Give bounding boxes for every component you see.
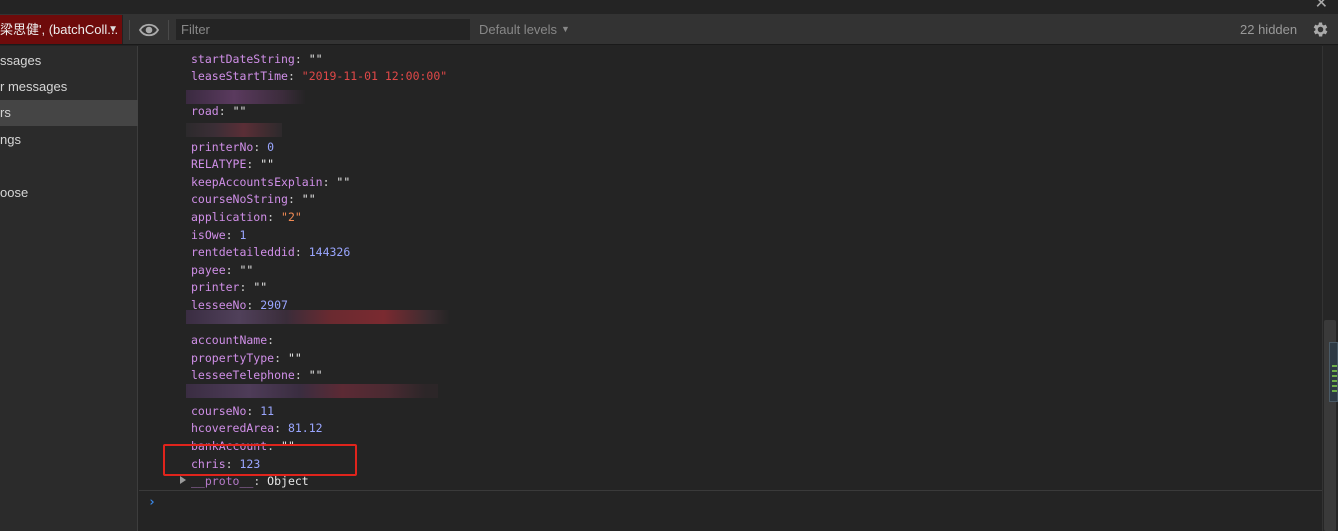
sidebar-item-label: rs xyxy=(0,105,11,120)
hidden-messages-count: 22 hidden xyxy=(1240,22,1298,37)
property-value: 0 xyxy=(267,140,275,154)
minimap-mark xyxy=(1332,390,1337,392)
property-line[interactable]: lesseeTelephone: "" xyxy=(191,368,323,382)
redacted-line xyxy=(186,384,438,398)
sidebar-item-label: r messages xyxy=(0,79,68,94)
log-levels-label: Default levels xyxy=(479,22,558,37)
sidebar-item-warnings[interactable]: ngs xyxy=(0,127,138,153)
property-value: "" xyxy=(287,351,302,365)
minimap-mark xyxy=(1332,385,1337,387)
close-icon[interactable]: ✕ xyxy=(1315,0,1328,12)
toolbar-divider xyxy=(129,20,130,40)
minimap-mark xyxy=(1332,370,1337,372)
log-levels-dropdown[interactable]: Default levels ▼ xyxy=(479,14,570,45)
minimap-mark xyxy=(1332,380,1337,382)
property-key: lesseeTelephone xyxy=(191,368,295,382)
property-line[interactable]: application: "2" xyxy=(191,210,302,224)
sidebar-item-messages[interactable]: ssages xyxy=(0,48,138,74)
property-value: "2019-11-01 12:00:00" xyxy=(301,69,448,83)
execution-context-select[interactable]: 梁思健', (batchColl... ▼ xyxy=(0,15,123,44)
property-value: "" xyxy=(239,263,254,277)
minimap-mark xyxy=(1332,375,1337,377)
chevron-down-icon: ▼ xyxy=(561,24,570,34)
property-line[interactable]: courseNo: 11 xyxy=(191,404,274,418)
toolbar-divider xyxy=(168,20,169,40)
property-value: "2" xyxy=(281,210,302,224)
property-key: payee xyxy=(191,263,226,277)
property-key: hcoveredArea xyxy=(191,421,275,435)
property-value: 11 xyxy=(260,404,275,418)
property-key: keepAccountsExplain xyxy=(191,175,323,189)
property-line[interactable]: keepAccountsExplain: "" xyxy=(191,175,350,189)
property-key: rentdetaileddid xyxy=(191,245,295,259)
property-value: "" xyxy=(253,280,268,294)
property-key: printerNo xyxy=(191,140,254,154)
proto-key: __proto__ xyxy=(191,474,254,488)
property-value: "" xyxy=(308,52,323,66)
console-toolbar: 梁思健', (batchColl... ▼ Default levels▼ 22… xyxy=(0,14,1338,45)
proto-line[interactable]: __proto__: Object xyxy=(191,474,309,488)
property-value: "" xyxy=(232,104,247,118)
property-line[interactable]: isOwe: 1 xyxy=(191,228,246,242)
property-value: 1 xyxy=(239,228,247,242)
chevron-down-icon: ▼ xyxy=(108,24,118,35)
redacted-line xyxy=(186,310,450,324)
minimap-mark xyxy=(1332,365,1337,367)
property-value: 144326 xyxy=(308,245,351,259)
property-key: application xyxy=(191,210,268,224)
proto-value: Object xyxy=(267,474,309,488)
gear-icon[interactable] xyxy=(1311,20,1330,39)
property-value: "" xyxy=(301,192,316,206)
property-key: road xyxy=(191,104,219,118)
sidebar-item-user-messages[interactable]: r messages xyxy=(0,74,138,100)
devtools-top-strip: ✕ xyxy=(0,0,1338,14)
sidebar-item-label: oose xyxy=(0,185,29,200)
property-key: printer xyxy=(191,280,240,294)
property-key: propertyType xyxy=(191,351,275,365)
property-line[interactable]: hcoveredArea: 81.12 xyxy=(191,421,323,435)
property-line[interactable]: leaseStartTime: "2019-11-01 12:00:00" xyxy=(191,69,447,83)
property-value: "" xyxy=(308,368,323,382)
sidebar-item-label: ssages xyxy=(0,53,42,68)
sidebar-item-verbose[interactable]: oose xyxy=(0,180,138,206)
property-line[interactable]: accountName: xyxy=(191,333,274,347)
property-line[interactable]: payee: "" xyxy=(191,263,253,277)
property-line[interactable]: printerNo: 0 xyxy=(191,140,274,154)
scroll-minimap xyxy=(1329,342,1338,402)
redacted-line xyxy=(186,123,282,137)
redacted-line xyxy=(186,90,306,104)
eye-icon[interactable] xyxy=(138,20,160,40)
property-line[interactable]: road: "" xyxy=(191,104,246,118)
property-line[interactable]: courseNoString: "" xyxy=(191,192,316,206)
property-line[interactable]: startDateString: "" xyxy=(191,52,323,66)
property-key: accountName xyxy=(191,333,268,347)
filter-input[interactable] xyxy=(176,19,470,40)
execution-context-label: 梁思健', (batchColl... xyxy=(0,22,119,37)
property-line[interactable]: propertyType: "" xyxy=(191,351,302,365)
property-key: courseNo xyxy=(191,404,247,418)
property-line[interactable]: printer: "" xyxy=(191,280,267,294)
property-value: "" xyxy=(260,157,275,171)
sidebar-item-errors[interactable]: rs xyxy=(0,100,138,126)
property-line[interactable]: rentdetaileddid: 144326 xyxy=(191,245,350,259)
property-key: RELATYPE xyxy=(191,157,247,171)
expand-triangle-icon[interactable] xyxy=(180,476,186,484)
console-sidebar: ssages r messages rs ngs oose xyxy=(0,46,138,531)
prompt-chevron-icon: › xyxy=(148,495,156,510)
highlight-annotation-box xyxy=(163,444,357,476)
property-key: isOwe xyxy=(191,228,226,242)
property-key: courseNoString xyxy=(191,192,288,206)
property-value: 81.12 xyxy=(287,421,323,435)
property-line[interactable]: RELATYPE: "" xyxy=(191,157,274,171)
sidebar-item-info[interactable] xyxy=(0,153,138,179)
property-key: startDateString xyxy=(191,52,295,66)
property-key: leaseStartTime xyxy=(191,69,288,83)
property-value: "" xyxy=(336,175,351,189)
sidebar-item-label: ngs xyxy=(0,132,21,147)
console-prompt-row[interactable]: › xyxy=(139,490,1322,531)
